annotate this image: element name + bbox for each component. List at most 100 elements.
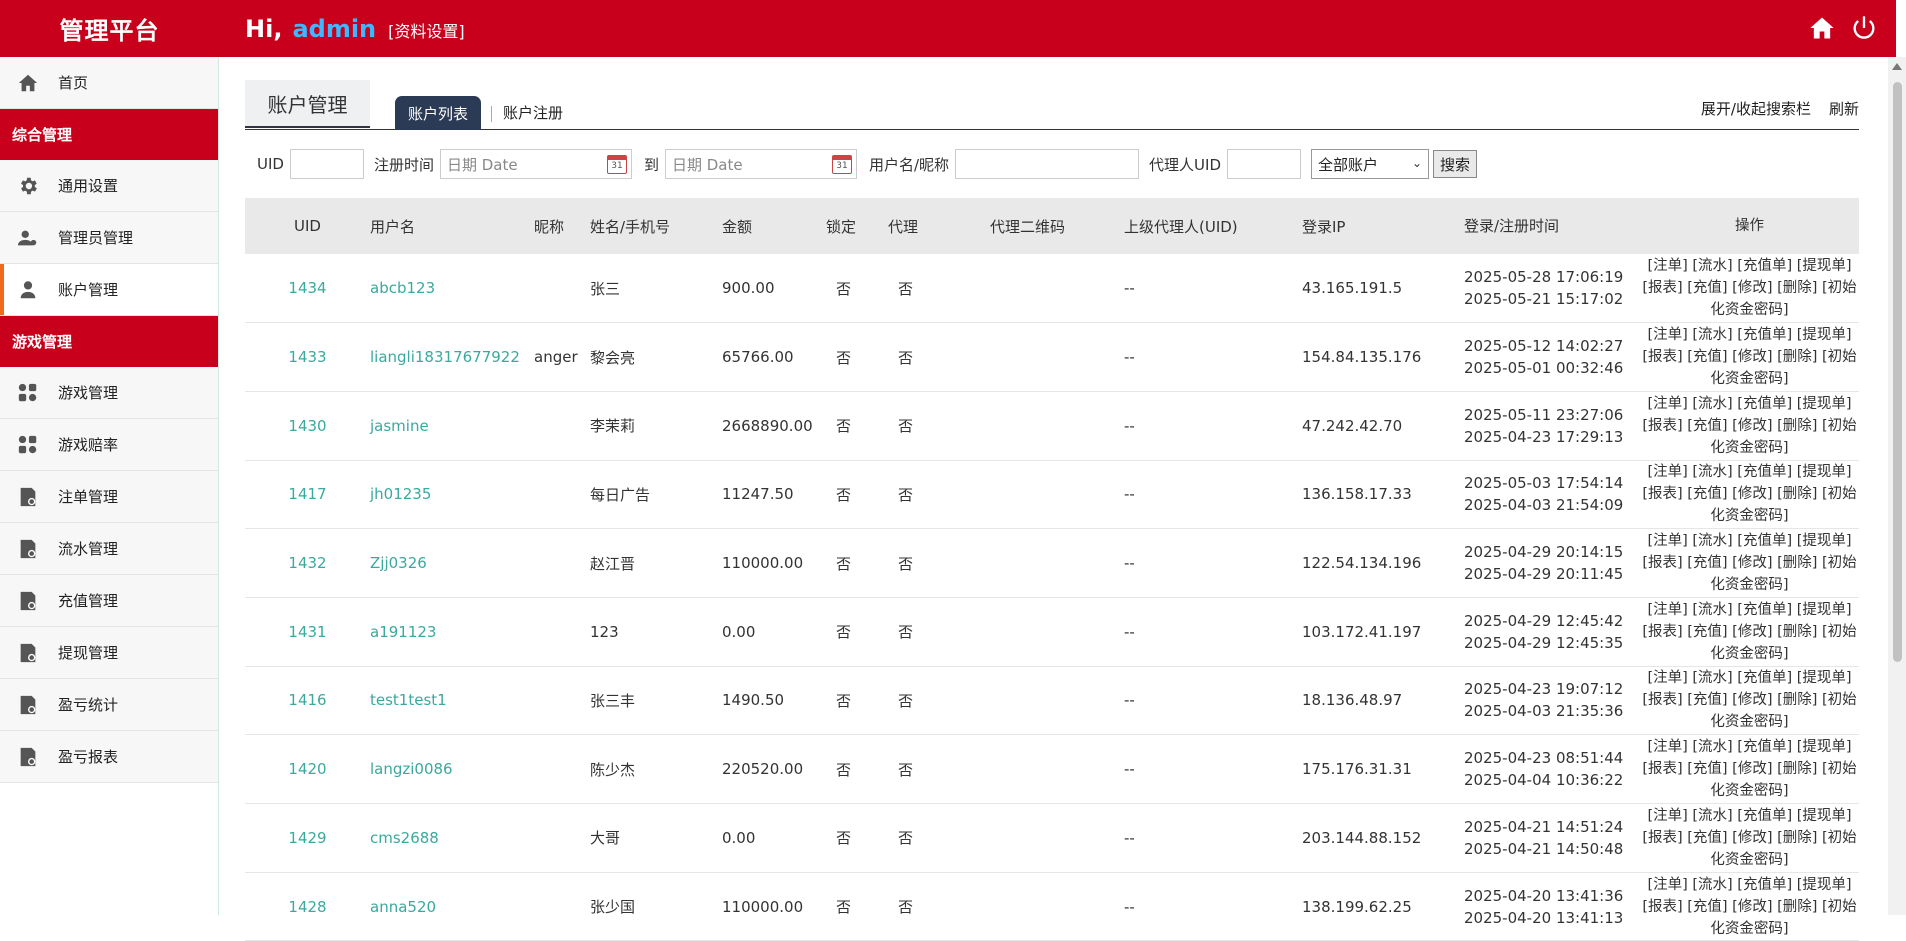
toggle-search-link[interactable]: 展开/收起搜索栏 xyxy=(1701,98,1811,119)
sidebar-item-game-odds[interactable]: 游戏赔率 xyxy=(0,419,218,471)
uid-link[interactable]: 1416 xyxy=(245,666,370,735)
nickname-cell xyxy=(534,391,590,460)
profile-settings-link[interactable]: [资料设置] xyxy=(388,18,465,42)
col-locked[interactable]: 锁定 xyxy=(826,198,888,254)
actions-line-2[interactable]: [报表] [充值] [修改] [删除] [初始 xyxy=(1640,689,1859,711)
date-end-input[interactable]: 日期 Date 31 xyxy=(664,149,857,179)
uid-link[interactable]: 1430 xyxy=(245,391,370,460)
actions-line-2[interactable]: [报表] [充值] [修改] [删除] [初始 xyxy=(1640,758,1859,780)
actions-line-3[interactable]: 化资金密码] xyxy=(1640,574,1859,596)
username-link[interactable]: anna520 xyxy=(370,872,534,941)
actions-line-3[interactable]: 化资金密码] xyxy=(1640,437,1859,459)
actions-line-1[interactable]: [注单] [流水] [充值单] [提现单] xyxy=(1640,530,1859,552)
actions-line-2[interactable]: [报表] [充值] [修改] [删除] [初始 xyxy=(1640,827,1859,849)
actions-line-3[interactable]: 化资金密码] xyxy=(1640,643,1859,665)
col-agent[interactable]: 代理 xyxy=(888,198,990,254)
actions-line-1[interactable]: [注单] [流水] [充值单] [提现单] xyxy=(1640,255,1859,277)
actions-line-2[interactable]: [报表] [充值] [修改] [删除] [初始 xyxy=(1640,415,1859,437)
report-icon xyxy=(14,743,42,771)
uid-link[interactable]: 1420 xyxy=(245,735,370,804)
login-ip-cell: 136.158.17.33 xyxy=(1302,485,1412,504)
calendar-icon[interactable]: 31 xyxy=(831,155,852,174)
sidebar-item-recharge-management[interactable]: 充值管理 xyxy=(0,575,218,627)
col-login-ip[interactable]: 登录IP xyxy=(1302,198,1464,254)
col-login-time[interactable]: 登录/注册时间 xyxy=(1464,198,1640,254)
sidebar-item-bet-management[interactable]: 注单管理 xyxy=(0,471,218,523)
actions-line-2[interactable]: [报表] [充值] [修改] [删除] [初始 xyxy=(1640,896,1859,918)
actions-line-2[interactable]: [报表] [充值] [修改] [删除] [初始 xyxy=(1640,483,1859,505)
calendar-icon[interactable]: 31 xyxy=(606,155,627,174)
username-link[interactable]: jh01235 xyxy=(370,460,534,529)
username-link[interactable]: liangli18317677922 xyxy=(370,323,534,392)
actions-line-3[interactable]: 化资金密码] xyxy=(1640,780,1859,802)
actions-line-1[interactable]: [注单] [流水] [充值单] [提现单] xyxy=(1640,393,1859,415)
username-link[interactable]: abcb123 xyxy=(370,254,534,323)
refresh-link[interactable]: 刷新 xyxy=(1829,98,1859,119)
col-amount[interactable]: 金额 xyxy=(722,198,826,254)
username-link[interactable]: langzi0086 xyxy=(370,735,534,804)
uid-link[interactable]: 1433 xyxy=(245,323,370,392)
actions-line-1[interactable]: [注单] [流水] [充值单] [提现单] xyxy=(1640,324,1859,346)
tab-account-list[interactable]: 账户列表 xyxy=(395,96,482,130)
actions-line-1[interactable]: [注单] [流水] [充值单] [提现单] xyxy=(1640,667,1859,689)
sidebar-group-general[interactable]: 综合管理 xyxy=(0,109,218,160)
home-icon[interactable] xyxy=(1808,14,1836,42)
actions-line-3[interactable]: 化资金密码] xyxy=(1640,368,1859,390)
uid-link[interactable]: 1432 xyxy=(245,529,370,598)
actions-line-3[interactable]: 化资金密码] xyxy=(1640,849,1859,871)
account-type-select[interactable]: 全部账户 ⌄ xyxy=(1311,149,1430,179)
uid-link[interactable]: 1428 xyxy=(245,872,370,941)
scrollbar-thumb[interactable] xyxy=(1893,82,1902,662)
actions-line-3[interactable]: 化资金密码] xyxy=(1640,505,1859,527)
actions-line-3[interactable]: 化资金密码] xyxy=(1640,299,1859,321)
tab-account-register[interactable]: 账户注册 xyxy=(503,102,563,123)
admin-username[interactable]: admin xyxy=(292,15,376,43)
sidebar-item-account-management[interactable]: 账户管理 xyxy=(0,264,218,316)
parent-agent-cell: -- xyxy=(1124,485,1135,504)
col-parent-agent[interactable]: 上级代理人(UID) xyxy=(1124,198,1302,254)
actions-line-2[interactable]: [报表] [充值] [修改] [删除] [初始 xyxy=(1640,277,1859,299)
sidebar-item-admin-management[interactable]: 管理员管理 xyxy=(0,212,218,264)
uid-link[interactable]: 1429 xyxy=(245,804,370,873)
username-input[interactable] xyxy=(955,149,1140,179)
page-scrollbar[interactable] xyxy=(1888,57,1906,915)
username-link[interactable]: cms2688 xyxy=(370,804,534,873)
agent-uid-input[interactable] xyxy=(1227,149,1302,179)
actions-line-1[interactable]: [注单] [流水] [充值单] [提现单] xyxy=(1640,736,1859,758)
username-link[interactable]: jasmine xyxy=(370,391,534,460)
actions-line-2[interactable]: [报表] [充值] [修改] [删除] [初始 xyxy=(1640,346,1859,368)
username-link[interactable]: Zjj0326 xyxy=(370,529,534,598)
sidebar-item-withdraw-management[interactable]: 提现管理 xyxy=(0,627,218,679)
actions-line-1[interactable]: [注单] [流水] [充值单] [提现单] xyxy=(1640,461,1859,483)
col-agent-qr[interactable]: 代理二维码 xyxy=(990,198,1124,254)
col-uid[interactable]: UID xyxy=(245,198,370,254)
search-button[interactable]: 搜索 xyxy=(1433,150,1478,178)
actions-line-3[interactable]: 化资金密码] xyxy=(1640,918,1859,940)
scroll-up-arrow[interactable] xyxy=(1892,63,1902,70)
uid-link[interactable]: 1434 xyxy=(245,254,370,323)
col-username[interactable]: 用户名 xyxy=(370,198,534,254)
actions-line-1[interactable]: [注单] [流水] [充值单] [提现单] xyxy=(1640,599,1859,621)
username-link[interactable]: a191123 xyxy=(370,597,534,666)
sidebar-group-games[interactable]: 游戏管理 xyxy=(0,316,218,367)
actions-line-3[interactable]: 化资金密码] xyxy=(1640,711,1859,733)
uid-link[interactable]: 1417 xyxy=(245,460,370,529)
sidebar-item-game-management[interactable]: 游戏管理 xyxy=(0,367,218,419)
col-name-phone[interactable]: 姓名/手机号 xyxy=(590,198,722,254)
sidebar-item-profit-report[interactable]: 盈亏报表 xyxy=(0,731,218,783)
username-link[interactable]: test1test1 xyxy=(370,666,534,735)
sidebar-item-general-settings[interactable]: 通用设置 xyxy=(0,160,218,212)
col-nickname[interactable]: 昵称 xyxy=(534,198,590,254)
actions-line-1[interactable]: [注单] [流水] [充值单] [提现单] xyxy=(1640,874,1859,896)
sidebar-item-home[interactable]: 首页 xyxy=(0,57,218,109)
actions-line-2[interactable]: [报表] [充值] [修改] [删除] [初始 xyxy=(1640,552,1859,574)
sidebar-item-flow-management[interactable]: 流水管理 xyxy=(0,523,218,575)
actions-line-2[interactable]: [报表] [充值] [修改] [删除] [初始 xyxy=(1640,621,1859,643)
sidebar-item-profit-stats[interactable]: 盈亏统计 xyxy=(0,679,218,731)
date-start-input[interactable]: 日期 Date 31 xyxy=(439,149,632,179)
amount-cell: 1490.50 xyxy=(722,691,785,710)
actions-line-1[interactable]: [注单] [流水] [充值单] [提现单] xyxy=(1640,805,1859,827)
power-icon[interactable] xyxy=(1850,14,1878,42)
uid-link[interactable]: 1431 xyxy=(245,597,370,666)
uid-input[interactable] xyxy=(289,149,364,179)
